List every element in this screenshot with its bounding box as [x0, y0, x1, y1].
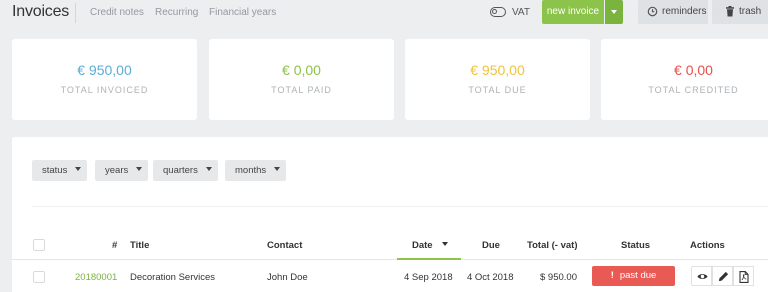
edit-button[interactable] [712, 266, 733, 286]
trash-icon [726, 6, 734, 17]
nav-credit-notes[interactable]: Credit notes [90, 7, 144, 18]
exclamation-icon: ! [610, 270, 614, 281]
reminders-label: reminders [662, 6, 707, 17]
stat-label: TOTAL PAID [271, 85, 332, 95]
panel-divider [32, 206, 768, 207]
stat-card-total-credited: € 0,00 TOTAL CREDITED [601, 39, 768, 120]
invoices-panel: status years quarters months # Title Con… [12, 137, 768, 292]
new-invoice-button[interactable]: new invoice [542, 0, 604, 24]
title-divider [75, 3, 76, 23]
clock-icon [647, 6, 658, 17]
invoice-total: $ 950.00 [540, 272, 577, 283]
view-button[interactable] [691, 266, 712, 286]
status-badge: ! past due [592, 266, 675, 286]
caret-down-icon [136, 167, 143, 171]
filter-label: months [235, 165, 267, 176]
page-title: Invoices [12, 3, 70, 20]
stat-amount: € 950,00 [77, 62, 132, 78]
nav-financial-years[interactable]: Financial years [209, 7, 276, 18]
column-header-number[interactable]: # [112, 240, 117, 251]
stat-card-total-invoiced: € 950,00 TOTAL INVOICED [12, 39, 197, 120]
column-header-total[interactable]: Total (- vat) [527, 240, 578, 251]
invoice-title: Decoration Services [130, 272, 216, 283]
stat-label: TOTAL CREDITED [648, 85, 739, 95]
column-header-date-label: Date [412, 240, 433, 251]
nav-recurring[interactable]: Recurring [155, 7, 198, 18]
sort-indicator [397, 258, 461, 260]
invoice-due: 4 Oct 2018 [467, 272, 514, 283]
trash-label: trash [739, 6, 762, 17]
filter-label: quarters [163, 165, 198, 176]
toggle-knob-icon [492, 9, 497, 14]
page-header: Invoices Credit notes Recurring Financia… [0, 0, 768, 26]
caret-down-icon [205, 167, 212, 171]
invoice-number-link[interactable]: 20180001 [75, 272, 117, 283]
caret-down-icon [75, 167, 82, 171]
filter-years[interactable]: years [95, 160, 149, 181]
invoice-contact: John Doe [267, 272, 308, 283]
column-header-title[interactable]: Title [130, 240, 149, 251]
column-header-contact[interactable]: Contact [267, 240, 302, 251]
row-checkbox[interactable] [33, 271, 45, 283]
vat-toggle[interactable] [490, 7, 506, 17]
new-invoice-dropdown-toggle[interactable] [605, 0, 623, 24]
pencil-icon [718, 271, 729, 282]
stat-card-total-paid: € 0,00 TOTAL PAID [209, 39, 394, 120]
column-header-actions: Actions [690, 240, 725, 251]
select-all-checkbox[interactable] [33, 239, 45, 251]
vat-label: VAT [512, 7, 530, 18]
stat-label: TOTAL INVOICED [60, 85, 149, 95]
stat-amount: € 0,00 [282, 62, 321, 78]
column-header-status[interactable]: Status [621, 240, 650, 251]
reminders-button[interactable]: reminders [638, 0, 708, 24]
invoice-date: 4 Sep 2018 [404, 272, 453, 283]
stat-card-total-due: € 950,00 TOTAL DUE [405, 39, 590, 120]
pdf-icon [739, 271, 749, 283]
filter-quarters[interactable]: quarters [153, 160, 218, 181]
status-badge-label: past due [619, 270, 657, 281]
eye-icon [697, 274, 708, 279]
stat-amount: € 0,00 [674, 62, 713, 78]
column-header-due[interactable]: Due [482, 240, 500, 251]
column-header-date[interactable]: Date [412, 240, 449, 251]
caret-down-icon [274, 167, 281, 171]
pdf-button[interactable] [733, 266, 754, 286]
filter-label: years [105, 165, 129, 176]
trash-button[interactable]: trash [712, 0, 768, 24]
header-rule [12, 259, 768, 260]
stat-label: TOTAL DUE [468, 85, 527, 95]
filter-status[interactable]: status [32, 160, 88, 181]
stat-amount: € 950,00 [470, 62, 525, 78]
filter-label: status [42, 165, 68, 176]
filter-months[interactable]: months [225, 160, 287, 181]
sort-desc-icon [442, 242, 449, 246]
